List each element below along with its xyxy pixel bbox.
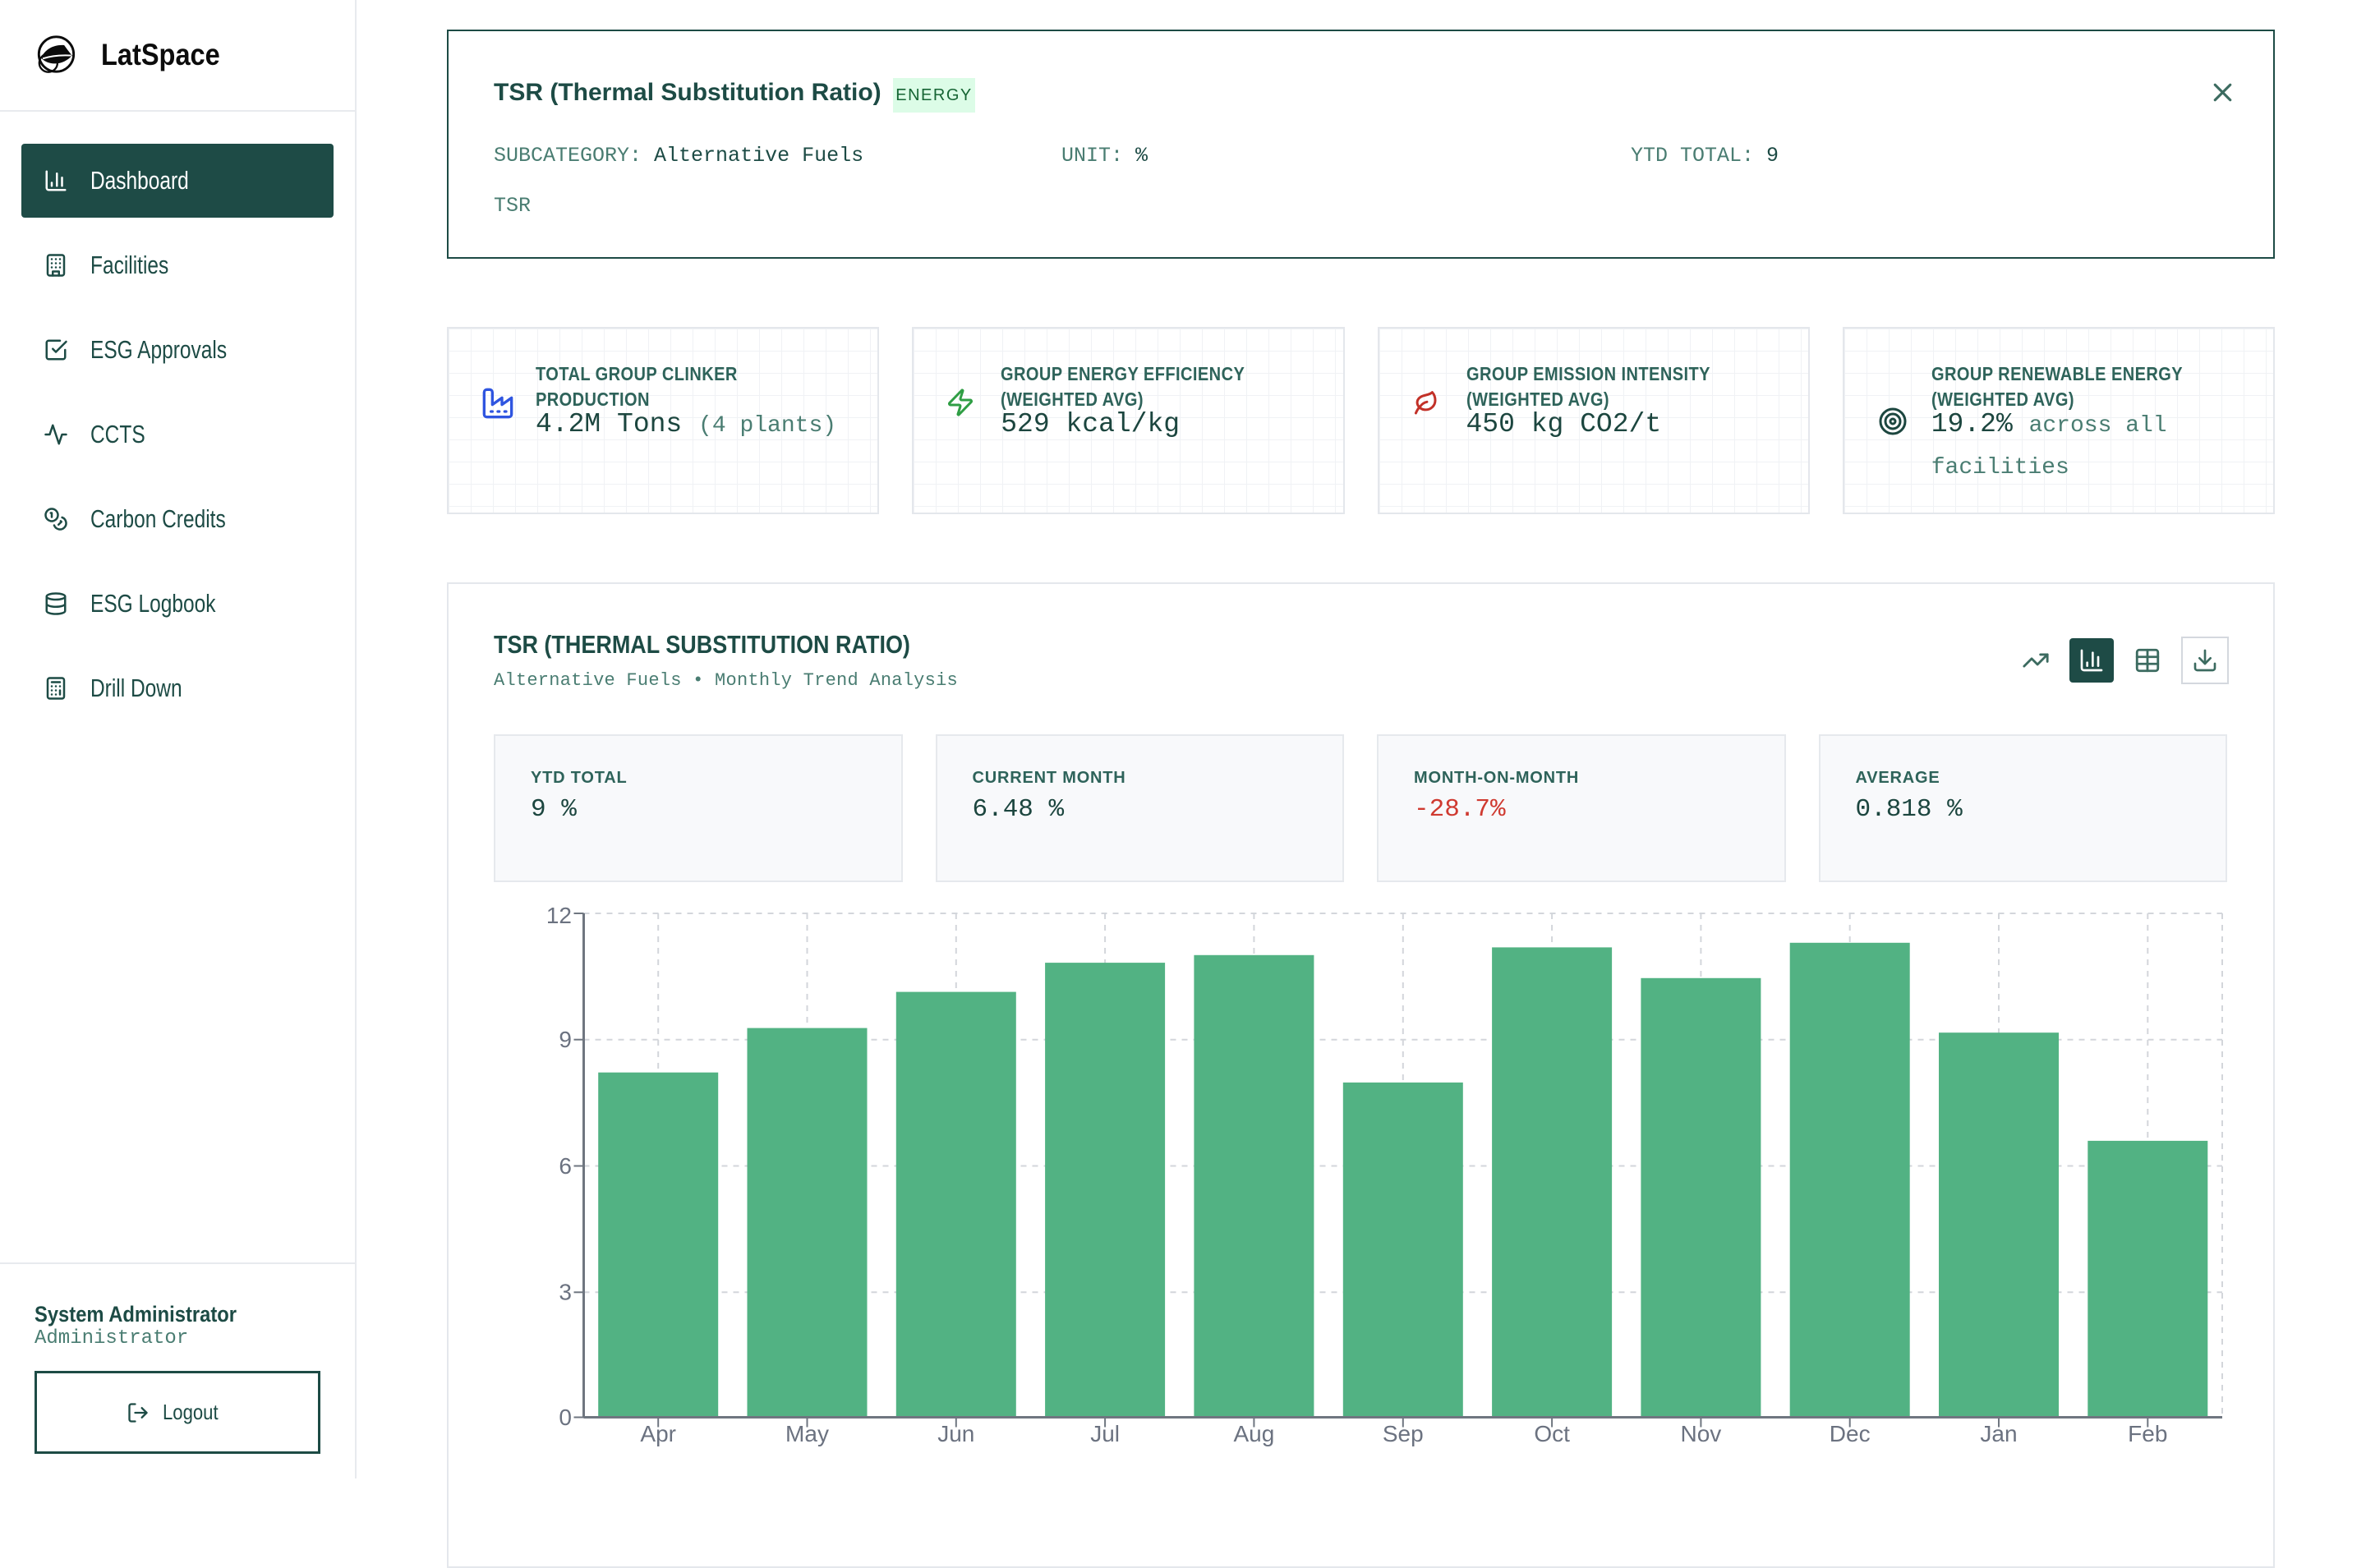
svg-text:3: 3 [559, 1280, 572, 1305]
svg-text:May: May [785, 1421, 829, 1446]
svg-text:Aug: Aug [1233, 1421, 1274, 1446]
svg-text:6: 6 [559, 1153, 572, 1179]
svg-text:0: 0 [559, 1405, 572, 1430]
svg-text:Apr: Apr [640, 1421, 676, 1446]
svg-text:Dec: Dec [1830, 1421, 1871, 1446]
svg-text:Oct: Oct [1534, 1421, 1570, 1446]
svg-text:12: 12 [546, 903, 572, 928]
svg-text:9: 9 [559, 1027, 572, 1052]
svg-text:Sep: Sep [1383, 1421, 1424, 1446]
svg-text:Jul: Jul [1090, 1421, 1120, 1446]
svg-text:Feb: Feb [2128, 1421, 2167, 1446]
svg-text:Jun: Jun [937, 1421, 974, 1446]
svg-text:Nov: Nov [1681, 1421, 1722, 1446]
svg-text:Jan: Jan [1980, 1421, 2017, 1446]
